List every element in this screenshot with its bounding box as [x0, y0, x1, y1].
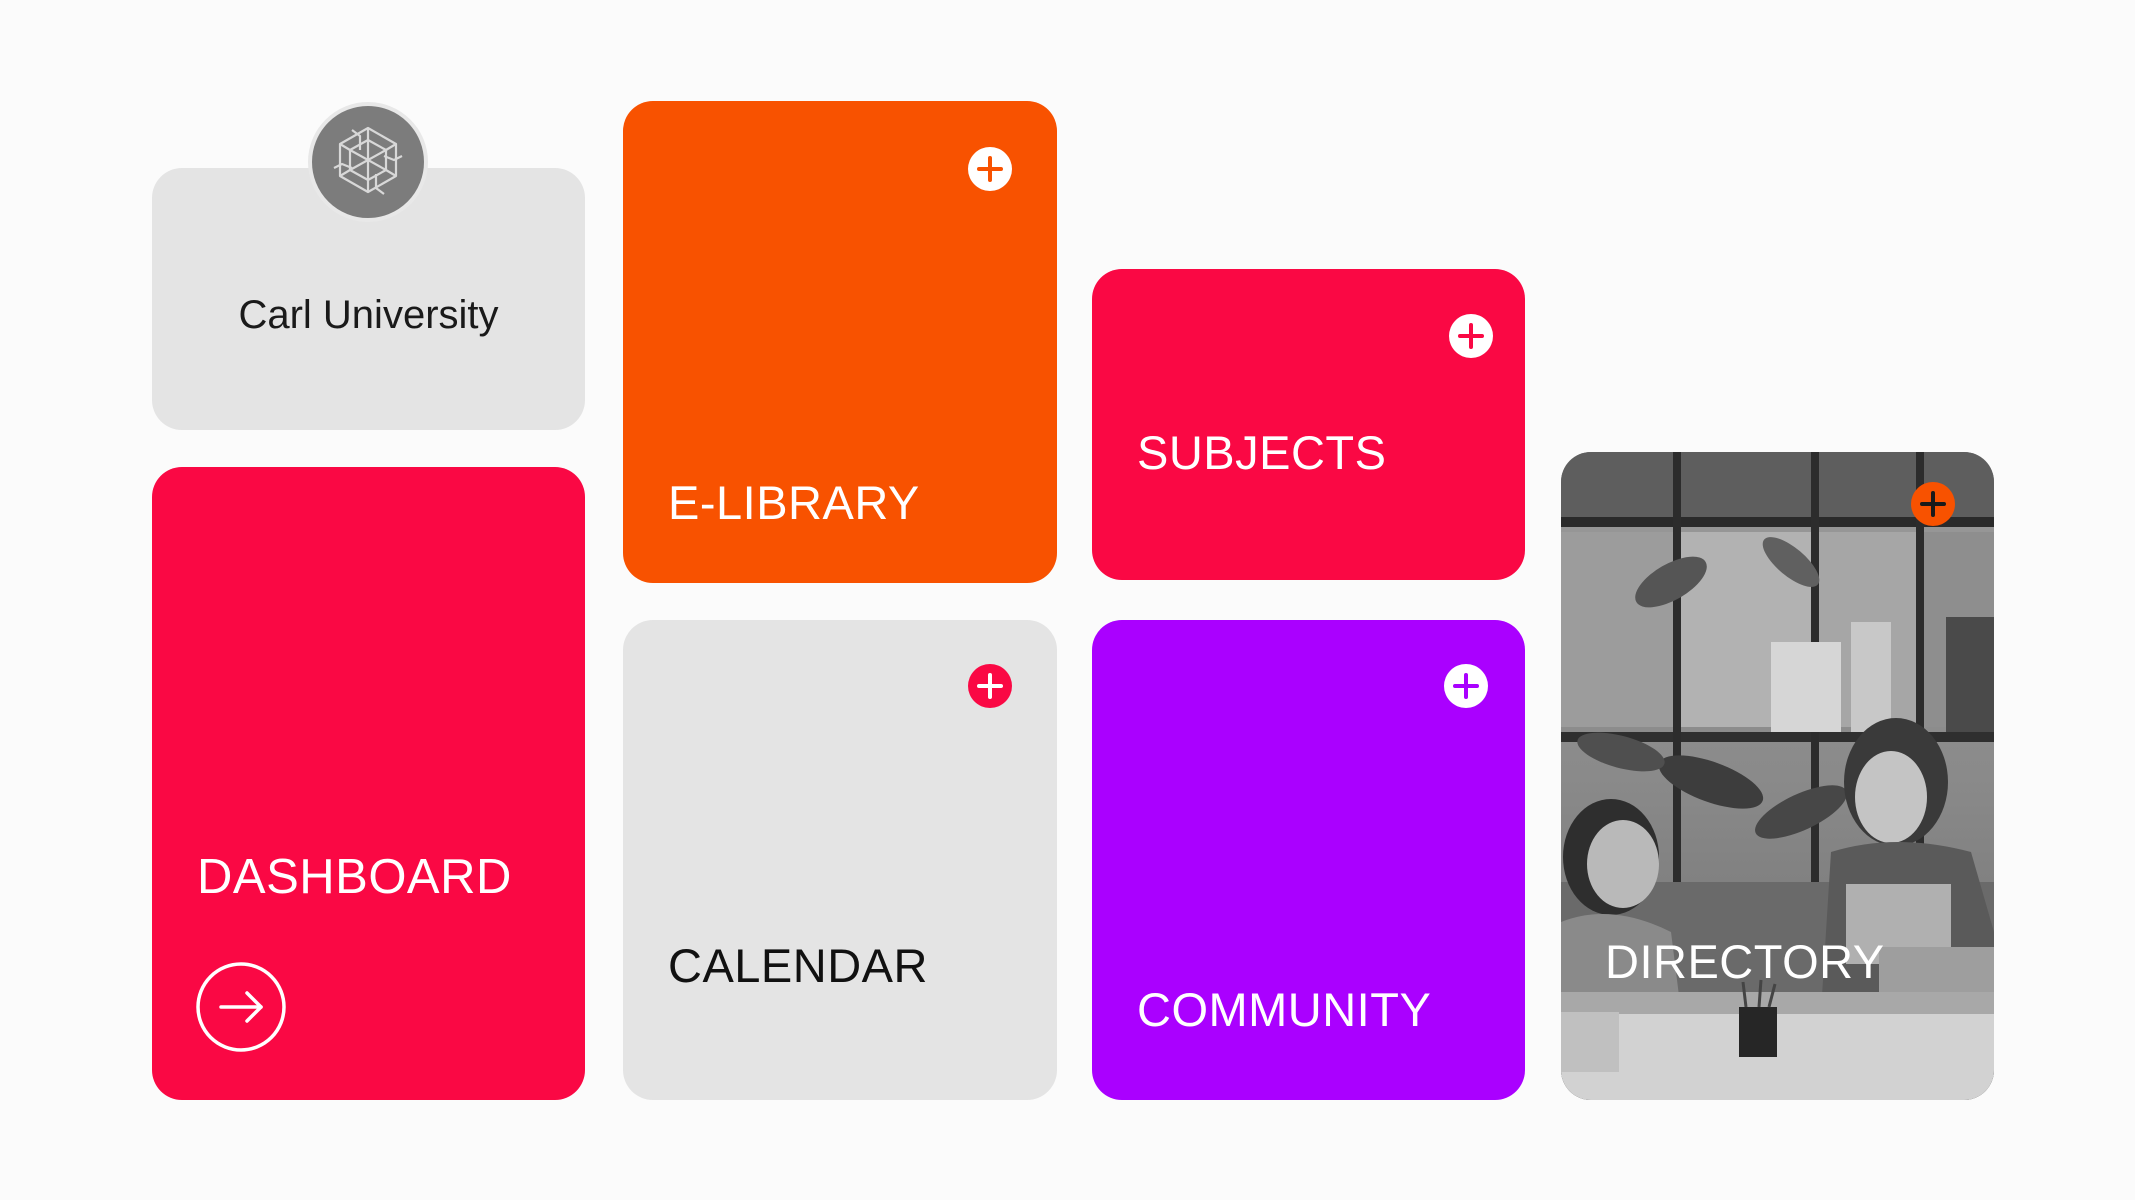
community-label: COMMUNITY [1137, 983, 1432, 1036]
plus-circle-icon[interactable] [968, 664, 1012, 708]
plus-circle-icon[interactable] [1444, 664, 1488, 708]
plus-circle-icon[interactable] [1449, 314, 1493, 358]
plus-circle-icon[interactable] [1911, 482, 1955, 526]
community-tile[interactable]: COMMUNITY [1092, 620, 1525, 1100]
e-library-tile[interactable]: E-LIBRARY [623, 101, 1057, 583]
subjects-tile[interactable]: SUBJECTS [1092, 269, 1525, 580]
calendar-tile[interactable]: CALENDAR [623, 620, 1057, 1100]
arrow-right-circle-icon[interactable] [195, 961, 287, 1053]
directory-tile[interactable]: DIRECTORY [1561, 452, 1994, 1100]
subjects-label: SUBJECTS [1137, 426, 1387, 479]
dashboard-label: DASHBOARD [197, 850, 512, 904]
directory-label: DIRECTORY [1605, 935, 1885, 988]
geometric-knot-logo-icon [333, 126, 403, 195]
calendar-label: CALENDAR [668, 939, 928, 992]
university-logo [308, 102, 428, 222]
dashboard-tile[interactable]: DASHBOARD [152, 467, 585, 1100]
university-name: Carl University [238, 293, 499, 337]
e-library-label: E-LIBRARY [668, 476, 920, 529]
directory-photo [1561, 452, 1994, 1100]
plus-circle-icon[interactable] [968, 147, 1012, 191]
